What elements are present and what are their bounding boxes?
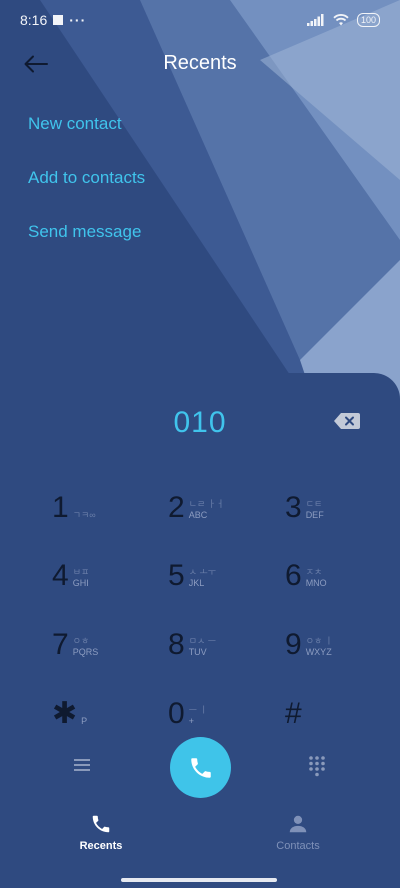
- hamburger-icon: [74, 759, 90, 771]
- key-letters: P: [81, 716, 88, 726]
- key-6[interactable]: 6 ㅈㅊ MNO: [285, 537, 395, 591]
- key-hangul: ㅅ ㅗㅜ: [188, 567, 217, 577]
- key-digit: 6: [285, 559, 302, 592]
- key-letters: PQRS: [72, 647, 99, 657]
- key-digit: 2: [168, 491, 185, 524]
- key-4[interactable]: 4 ㅂㅍ GHI: [52, 537, 162, 591]
- key-hangul: ㅇㅎ ㅣ: [305, 636, 334, 646]
- action-row: [0, 737, 400, 799]
- key-letters: DEF: [305, 510, 324, 520]
- key-letters: MNO: [305, 578, 327, 588]
- key-hangul: ㅂㅍ: [72, 567, 90, 577]
- key-3[interactable]: 3 ㄷㅌ DEF: [285, 469, 395, 523]
- key-letters: JKL: [188, 578, 205, 588]
- key-digit: #: [285, 697, 302, 730]
- key-digit: 5: [168, 559, 185, 592]
- key-digit: 3: [285, 491, 302, 524]
- nav-recents-label: Recents: [79, 840, 123, 852]
- key-hangul: ㅁㅅ ㅡ: [188, 636, 217, 646]
- key-digit: 7: [52, 628, 69, 661]
- key-hangul: ㅈㅊ: [305, 567, 323, 577]
- key-7[interactable]: 7 ㅇㅎ PQRS: [52, 606, 162, 660]
- key-digit: 8: [168, 628, 185, 661]
- key-hangul: ㄷㅌ: [305, 499, 323, 509]
- key-letters: WXYZ: [305, 647, 332, 657]
- backspace-icon: [334, 413, 360, 429]
- hamburger-menu-button[interactable]: [72, 757, 92, 778]
- key-digit: ✱: [52, 697, 78, 730]
- new-contact-link[interactable]: New contact: [28, 112, 145, 166]
- page-title: Recents: [163, 52, 237, 74]
- backspace-button[interactable]: [334, 413, 360, 434]
- dialer-panel: 010 1 ㄱㅋ∞ 2 ㄴㄹ ㅏㅓ ABC 3 ㄷㅌ DEF 4 ㅂㅍ GHI 5 ㅅ…: [0, 373, 400, 888]
- key-2[interactable]: 2 ㄴㄹ ㅏㅓ ABC: [168, 469, 278, 523]
- call-button[interactable]: [170, 737, 231, 798]
- phone-icon: [190, 757, 211, 778]
- key-5[interactable]: 5 ㅅ ㅗㅜ JKL: [168, 537, 278, 591]
- key-digit: 4: [52, 559, 69, 592]
- arrow-left-icon: [24, 55, 48, 73]
- key-digit: 9: [285, 628, 302, 661]
- key-letters: ABC: [188, 510, 208, 520]
- key-hangul: ㅡ ㅣ: [188, 705, 208, 715]
- person-icon: [289, 815, 307, 833]
- key-hangul: ㄴㄹ ㅏㅓ: [188, 499, 225, 509]
- nav-contacts-label: Contacts: [276, 840, 320, 852]
- key-letters: +: [188, 716, 194, 726]
- key-hash[interactable]: #: [285, 675, 395, 729]
- status-bar: 8:16 ··· 100: [0, 0, 400, 40]
- key-letters: TUV: [188, 647, 207, 657]
- more-notifications: ···: [69, 12, 87, 28]
- key-star[interactable]: ✱ P: [52, 675, 162, 729]
- key-8[interactable]: 8 ㅁㅅ ㅡ TUV: [168, 606, 278, 660]
- header: Recents: [0, 44, 400, 84]
- battery-icon: 100: [356, 13, 380, 27]
- key-9[interactable]: 9 ㅇㅎ ㅣ WXYZ: [285, 606, 395, 660]
- key-digit: 1: [52, 491, 69, 524]
- nav-contacts[interactable]: Contacts: [238, 813, 358, 852]
- back-button[interactable]: [24, 50, 60, 78]
- options-menu: New contact Add to contacts Send message: [28, 112, 145, 274]
- key-1[interactable]: 1 ㄱㅋ∞: [52, 469, 162, 523]
- add-to-contacts-link[interactable]: Add to contacts: [28, 166, 145, 220]
- key-0[interactable]: 0 ㅡ ㅣ +: [168, 675, 278, 729]
- key-hangul: ㅇㅎ: [72, 636, 90, 646]
- status-time: 8:16: [20, 12, 48, 28]
- keypad-toggle-button[interactable]: [307, 755, 327, 782]
- key-hangul: ㄱㅋ∞: [72, 510, 96, 520]
- keypad-icon: [309, 756, 325, 777]
- phone-icon: [92, 815, 110, 833]
- signal-icon: [306, 14, 324, 26]
- send-message-link[interactable]: Send message: [28, 220, 145, 274]
- bottom-navigation: Recents Contacts: [0, 813, 400, 873]
- wifi-icon: [333, 14, 349, 26]
- key-letters: GHI: [72, 578, 89, 588]
- home-indicator: [121, 878, 277, 882]
- nav-recents[interactable]: Recents: [41, 813, 161, 852]
- key-digit: 0: [168, 697, 185, 730]
- notification-icon: [53, 15, 64, 25]
